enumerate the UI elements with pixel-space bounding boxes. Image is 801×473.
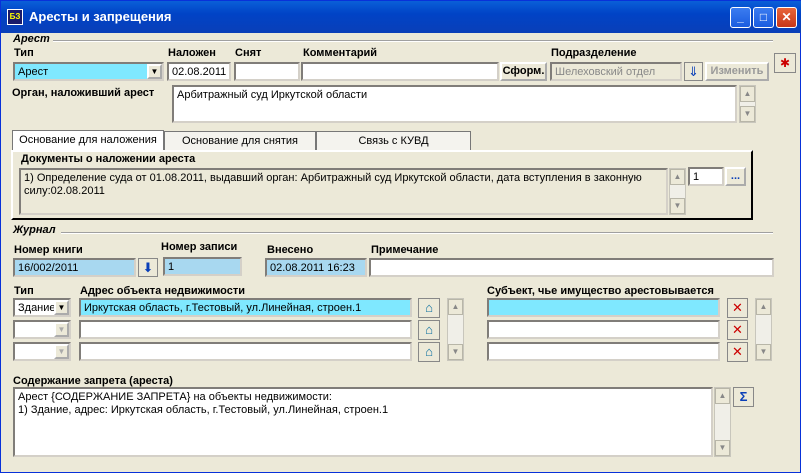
- docs-scrollbar[interactable]: ▲ ▼: [669, 168, 686, 215]
- podr-field[interactable]: Шелеховский отдел: [550, 62, 682, 81]
- docs-more-button[interactable]: ...: [725, 167, 746, 186]
- entered-field[interactable]: 02.08.2011 16:23: [265, 258, 367, 277]
- address-field[interactable]: Иркутская область, г.Тестовый, ул.Линейн…: [79, 298, 412, 317]
- docs-label: Документы о наложении ареста: [21, 153, 196, 165]
- arrow-down-icon[interactable]: ⇓: [684, 62, 703, 81]
- minimize-button[interactable]: _: [730, 7, 751, 28]
- app-icon: БЗ: [7, 9, 23, 25]
- note-field[interactable]: [369, 258, 774, 277]
- type-select-value: Арест: [18, 66, 49, 78]
- docs-value: 1) Определение суда от 01.08.2011, выдав…: [24, 172, 642, 197]
- maximize-button[interactable]: □: [753, 7, 774, 28]
- address-label: Адрес объекта недвижимости: [80, 285, 246, 297]
- organ-value: Арбитражный суд Иркутской области: [177, 89, 368, 101]
- obj-type-select[interactable]: Здание ▼: [13, 298, 71, 317]
- address-field[interactable]: [79, 342, 412, 361]
- type-select[interactable]: Арест ▼: [13, 62, 164, 81]
- subject-field[interactable]: [487, 320, 720, 339]
- snyat-field[interactable]: [234, 62, 300, 81]
- obj-type-value: Здание: [18, 302, 56, 314]
- chevron-down-icon[interactable]: ▼: [54, 344, 69, 359]
- entered-label: Внесено: [267, 244, 314, 256]
- book-field[interactable]: 16/002/2011: [13, 258, 136, 277]
- subject-field[interactable]: [487, 342, 720, 361]
- obj-type-label: Тип: [14, 285, 34, 297]
- comment-field[interactable]: [301, 62, 499, 81]
- close-button[interactable]: ✕: [776, 7, 797, 28]
- book-label: Номер книги: [14, 244, 83, 256]
- nalozhen-field[interactable]: 02.08.2011: [167, 62, 231, 81]
- divider: [61, 232, 773, 234]
- scroll-up-icon[interactable]: ▲: [670, 169, 685, 185]
- organ-scrollbar[interactable]: ▲ ▼: [739, 85, 756, 123]
- docs-count-field[interactable]: 1: [688, 167, 724, 186]
- scroll-down-icon[interactable]: ▼: [715, 440, 730, 456]
- content-scrollbar[interactable]: ▲ ▼: [714, 387, 731, 457]
- chevron-down-icon[interactable]: ▼: [54, 322, 69, 337]
- window-title: Аресты и запрещения: [29, 9, 172, 24]
- person-icon[interactable]: ✕: [727, 320, 748, 340]
- address-scrollbar[interactable]: ▲ ▼: [447, 298, 464, 361]
- arest-section-title: Арест: [13, 33, 50, 45]
- person-icon[interactable]: ✕: [727, 298, 748, 318]
- main-window: БЗ Аресты и запрещения _ □ ✕ Арест Тип А…: [0, 0, 801, 473]
- sum-icon[interactable]: Σ: [733, 387, 754, 407]
- chevron-down-icon[interactable]: ▼: [147, 64, 162, 79]
- settings-icon[interactable]: ✱: [774, 53, 796, 73]
- scroll-down-icon[interactable]: ▼: [740, 106, 755, 122]
- house-icon[interactable]: ⌂: [418, 320, 440, 340]
- house-icon[interactable]: ⌂: [418, 298, 440, 318]
- scroll-up-icon[interactable]: ▲: [756, 299, 771, 315]
- address-field[interactable]: [79, 320, 412, 339]
- journal-section-title: Журнал: [13, 224, 56, 236]
- tab-svyaz-kuvd[interactable]: Связь с КУВД: [316, 131, 471, 151]
- subject-scrollbar[interactable]: ▲ ▼: [755, 298, 772, 361]
- type-label: Тип: [14, 47, 34, 59]
- subject-label: Субъект, чье имущество арестовывается: [487, 285, 714, 297]
- scroll-up-icon[interactable]: ▲: [740, 86, 755, 102]
- nalozhen-label: Наложен: [168, 47, 216, 59]
- record-label: Номер записи: [161, 241, 238, 253]
- izmenit-button[interactable]: Изменить: [705, 62, 769, 81]
- comment-label: Комментарий: [303, 47, 378, 59]
- title-bar: БЗ Аресты и запрещения _ □ ✕: [1, 1, 801, 33]
- scroll-up-icon[interactable]: ▲: [715, 388, 730, 404]
- sform-button[interactable]: Сформ.: [500, 62, 547, 81]
- chevron-down-icon[interactable]: ▼: [54, 300, 69, 315]
- content-field[interactable]: Арест {СОДЕРЖАНИЕ ЗАПРЕТА} на объекты не…: [13, 387, 713, 457]
- note-label: Примечание: [371, 244, 439, 256]
- content-line-1: Арест {СОДЕРЖАНИЕ ЗАПРЕТА} на объекты не…: [18, 391, 332, 403]
- obj-type-select[interactable]: ▼: [13, 342, 71, 361]
- tab-osnovanie-snyatiya[interactable]: Основание для снятия: [164, 131, 316, 151]
- record-field[interactable]: 1: [163, 257, 242, 276]
- subject-field[interactable]: [487, 298, 720, 317]
- docs-field[interactable]: 1) Определение суда от 01.08.2011, выдав…: [19, 168, 668, 215]
- podr-label: Подразделение: [551, 47, 637, 59]
- scroll-down-icon[interactable]: ▼: [448, 344, 463, 360]
- scroll-down-icon[interactable]: ▼: [756, 344, 771, 360]
- scroll-down-icon[interactable]: ▼: [670, 198, 685, 214]
- content-label: Содержание запрета (ареста): [13, 375, 173, 387]
- obj-type-select[interactable]: ▼: [13, 320, 71, 339]
- organ-field[interactable]: Арбитражный суд Иркутской области: [172, 85, 737, 123]
- tab-osnovanie-nalozheniya[interactable]: Основание для наложения: [12, 130, 164, 151]
- content-line-2: 1) Здание, адрес: Иркутская область, г.Т…: [18, 404, 389, 416]
- person-icon[interactable]: ✕: [727, 342, 748, 362]
- house-icon[interactable]: ⌂: [418, 342, 440, 362]
- divider: [53, 40, 773, 42]
- snyat-label: Снят: [235, 47, 262, 59]
- organ-label: Орган, наложивший арест: [12, 87, 155, 99]
- arrow-down-icon[interactable]: ⬇: [138, 258, 158, 277]
- scroll-up-icon[interactable]: ▲: [448, 299, 463, 315]
